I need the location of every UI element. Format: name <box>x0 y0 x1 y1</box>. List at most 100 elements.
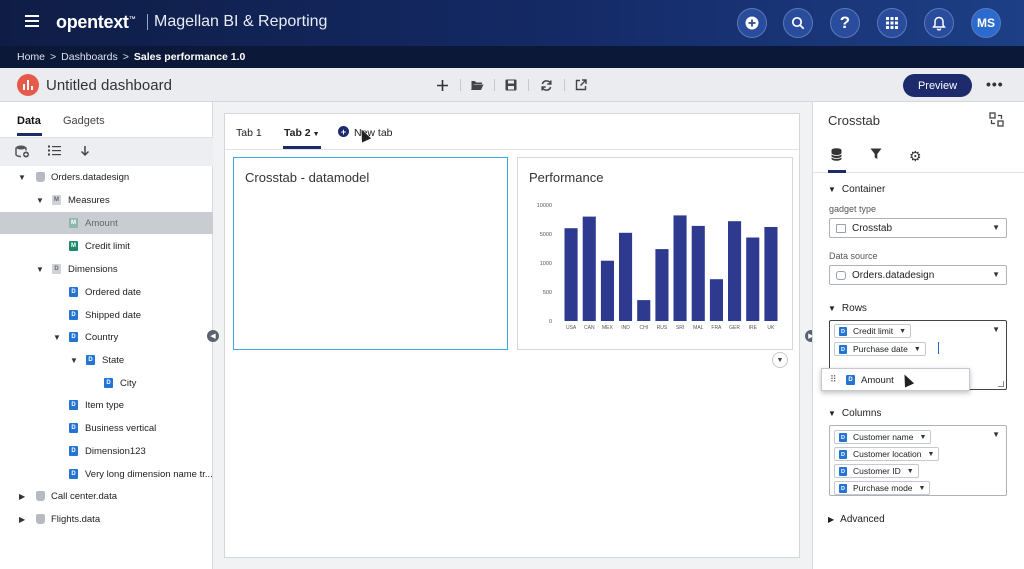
resize-handle[interactable] <box>998 381 1004 387</box>
bar-uk[interactable] <box>764 227 778 321</box>
dimension-icon: D <box>69 423 78 433</box>
bar-usa[interactable] <box>564 228 578 321</box>
chevron-down-icon: ▼ <box>776 356 784 364</box>
bar-fra[interactable] <box>709 279 723 321</box>
container-section-toggle[interactable]: ▼ Container <box>828 184 885 195</box>
apps-button[interactable] <box>877 8 907 38</box>
column-chip-customer-location[interactable]: D Customer location ▼ <box>834 447 940 461</box>
notifications-button[interactable] <box>924 8 954 38</box>
bar-sri[interactable] <box>673 215 687 321</box>
dimension-icon: D <box>839 433 847 442</box>
tree-item-ordered-date[interactable]: D Ordered date <box>0 281 213 303</box>
bar-chi[interactable] <box>637 300 651 321</box>
tree-item-item-type[interactable]: D Item type <box>0 394 213 416</box>
row-chip-credit-limit[interactable]: D Credit limit ▼ <box>834 324 912 338</box>
bar-ger[interactable] <box>728 221 742 321</box>
expand-gadget-button[interactable]: ▼ <box>772 352 788 368</box>
tree-item-call-center[interactable]: ▶ Call center.data <box>0 485 213 507</box>
tree-item-amount[interactable]: M Amount <box>0 212 213 234</box>
x-tick-label: CAN <box>584 325 595 331</box>
refresh-button[interactable] <box>537 76 555 94</box>
tree-item-flights[interactable]: ▶ Flights.data <box>0 508 213 530</box>
bell-icon <box>932 16 946 31</box>
tree-item-city[interactable]: D City <box>0 372 213 394</box>
column-chip-customer-name[interactable]: D Customer name ▼ <box>834 430 932 444</box>
breadcrumb-home[interactable]: Home <box>17 51 45 63</box>
columns-drop-zone[interactable]: ▼ D Customer name ▼ D Customer location ▼ DC… <box>829 425 1007 496</box>
tab-data[interactable]: Data <box>17 115 41 127</box>
chevron-right-icon[interactable]: ▶ <box>19 492 25 501</box>
add-button[interactable] <box>737 8 767 38</box>
tree-item-state[interactable]: ▼ D State <box>0 349 213 371</box>
tab-data-properties[interactable] <box>831 148 842 164</box>
tree-item-dimension123[interactable]: D Dimension123 <box>0 440 213 462</box>
chevron-down-icon[interactable]: ▼ <box>36 265 44 274</box>
collapse-left-panel-button[interactable]: ◀ <box>207 330 219 342</box>
column-chip-customer-id[interactable]: D Customer ID ▼ <box>834 464 919 478</box>
active-tab-indicator <box>828 170 846 173</box>
tree-item-shipped-date[interactable]: D Shipped date <box>0 304 213 326</box>
tab-2[interactable]: Tab 2 ▼ <box>284 127 320 139</box>
dragging-chip-amount[interactable]: ⠿ D Amount <box>821 368 970 391</box>
open-button[interactable] <box>468 76 486 94</box>
x-tick-label: IRE <box>749 325 758 331</box>
select-value: Crosstab <box>852 222 893 234</box>
x-tick-label: MAL <box>693 325 704 331</box>
tree-item-dimensions[interactable]: ▼ D Dimensions <box>0 258 213 280</box>
external-link-icon <box>575 79 587 91</box>
drop-insertion-caret <box>938 342 939 354</box>
chevron-down-icon: ▼ <box>913 345 921 353</box>
performance-chart-gadget[interactable]: Performance 0 500 1000 5000 10000 USA CAN MEX IN… <box>517 157 793 350</box>
chevron-right-icon[interactable]: ▶ <box>19 515 25 524</box>
tab-settings[interactable]: ⚙ <box>909 148 922 165</box>
data-source-select[interactable]: Orders.datadesign ▼ <box>829 265 1007 285</box>
bar-rus[interactable] <box>655 249 669 321</box>
tree-item-label: Call center.data <box>51 490 118 502</box>
rows-section-toggle[interactable]: ▼ Rows <box>828 303 867 314</box>
dashboard-title[interactable]: Untitled dashboard <box>46 77 172 94</box>
hamburger-menu-icon[interactable] <box>25 15 39 27</box>
list-view-button[interactable] <box>48 145 61 159</box>
tree-item-business-vertical[interactable]: D Business vertical <box>0 417 213 439</box>
tree-item-orders-datadesign[interactable]: ▼ Orders.datadesign <box>0 166 213 188</box>
preview-button[interactable]: Preview <box>903 74 972 97</box>
save-button[interactable] <box>502 76 520 94</box>
table-icon <box>836 224 846 233</box>
search-button[interactable] <box>783 8 813 38</box>
more-options-icon[interactable]: ••• <box>986 76 1004 92</box>
bar-can[interactable] <box>582 216 596 321</box>
export-button[interactable] <box>572 76 590 94</box>
tree-item-country[interactable]: ▼ D Country <box>0 326 213 348</box>
columns-section-toggle[interactable]: ▼ Columns <box>828 408 881 419</box>
database-add-icon <box>15 145 29 158</box>
tree-item-measures[interactable]: ▼ M Measures <box>0 189 213 211</box>
gadget-type-select[interactable]: Crosstab ▼ <box>829 218 1007 238</box>
chevron-down-icon[interactable]: ▼ <box>53 333 61 342</box>
tree-item-credit-limit[interactable]: M Credit limit <box>0 235 213 257</box>
add-gadget-button[interactable] <box>433 76 451 94</box>
help-button[interactable]: ? <box>830 8 860 38</box>
row-chip-purchase-date[interactable]: D Purchase date ▼ <box>834 342 926 356</box>
breadcrumb-dashboards[interactable]: Dashboards <box>61 51 118 63</box>
bar-ind[interactable] <box>619 232 633 321</box>
sort-button[interactable] <box>80 145 90 160</box>
x-tick-label: UK <box>767 325 775 331</box>
chevron-down-icon[interactable]: ▼ <box>18 173 26 182</box>
tab-gadgets[interactable]: Gadgets <box>63 115 105 127</box>
chevron-down-icon[interactable]: ▼ <box>36 196 44 205</box>
add-tab-icon[interactable]: + <box>338 126 349 137</box>
tab-filter[interactable] <box>870 148 882 163</box>
bar-mex[interactable] <box>600 260 614 321</box>
column-chip-purchase-mode[interactable]: D Purchase mode ▼ <box>834 481 931 495</box>
dashboard-tabs: Tab 1 Tab 2 ▼ + New tab <box>225 114 799 150</box>
bar-ire[interactable] <box>746 237 760 322</box>
advanced-section-toggle[interactable]: ▶ Advanced <box>828 514 885 525</box>
tree-item-long-dimension[interactable]: D Very long dimension name tr... <box>0 463 213 485</box>
add-data-source-button[interactable] <box>15 145 30 161</box>
bar-mal[interactable] <box>691 225 705 321</box>
user-avatar[interactable]: MS <box>971 8 1001 38</box>
chevron-down-icon[interactable]: ▼ <box>70 356 78 365</box>
crosstab-gadget[interactable]: Crosstab - datamodel <box>233 157 508 350</box>
tab-1[interactable]: Tab 1 <box>236 127 262 139</box>
swap-layout-button[interactable] <box>989 112 1004 130</box>
